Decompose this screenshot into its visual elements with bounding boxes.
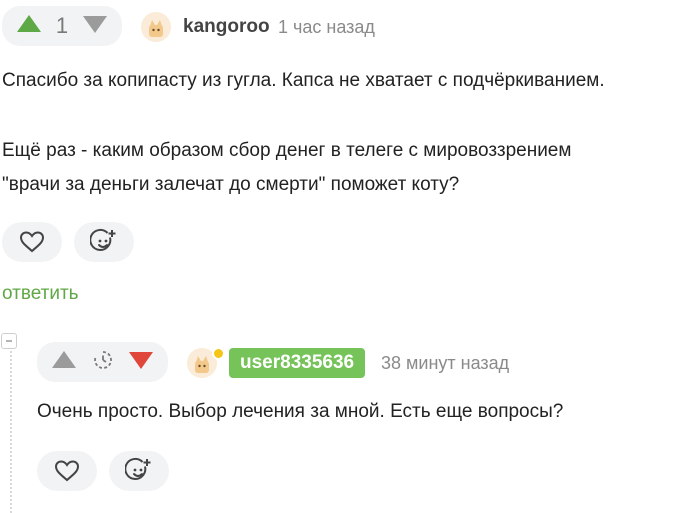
pending-clock-icon xyxy=(93,350,113,375)
avatar[interactable] xyxy=(141,12,171,42)
upvote-icon[interactable] xyxy=(51,350,77,375)
cat-avatar-icon xyxy=(141,12,171,42)
comment-text-line: Ещё раз - каким образом сбор денег в тел… xyxy=(2,140,572,161)
comment-timestamp[interactable]: 1 час назад xyxy=(278,17,375,38)
thread-line[interactable] xyxy=(10,343,12,513)
vote-count: 1 xyxy=(55,13,69,38)
heart-icon xyxy=(54,460,80,482)
reply-text: Очень просто. Выбор лечения за мной. Ест… xyxy=(37,401,564,422)
online-status-dot xyxy=(212,347,225,360)
collapse-thread-button[interactable] xyxy=(1,333,17,349)
reply-timestamp[interactable]: 38 минут назад xyxy=(381,353,509,374)
add-reaction-button[interactable] xyxy=(74,222,134,262)
comment-text-line: "врачи за деньги залечат до смерти" помо… xyxy=(2,174,460,195)
vote-bar: 1 xyxy=(2,6,122,46)
vote-bar xyxy=(37,342,168,382)
reply-link[interactable]: ответить xyxy=(2,283,79,305)
comment-text-line: Спасибо за копипасту из гугла. Капса не … xyxy=(2,70,605,91)
add-reaction-button[interactable] xyxy=(109,451,169,491)
downvote-icon[interactable] xyxy=(82,14,108,39)
like-button[interactable] xyxy=(2,222,62,262)
add-emoji-icon xyxy=(90,228,116,251)
add-emoji-icon xyxy=(125,457,151,480)
heart-icon xyxy=(19,231,45,253)
downvote-icon[interactable] xyxy=(128,350,154,375)
minus-icon xyxy=(6,340,12,342)
like-button[interactable] xyxy=(37,451,97,491)
comment-username[interactable]: kangoroo xyxy=(183,16,270,38)
reply-username-badge[interactable]: user8335636 xyxy=(229,348,366,378)
upvote-icon[interactable] xyxy=(16,14,42,39)
